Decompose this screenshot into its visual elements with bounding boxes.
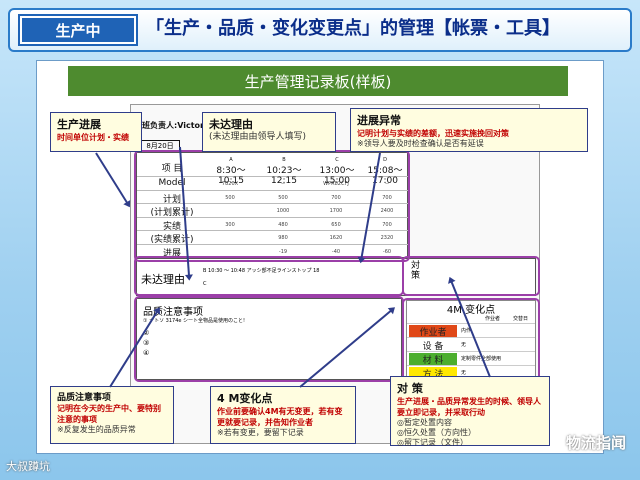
callout-unmet: 未达理由 (未达理由由领导人填写) [202, 112, 336, 152]
callout-change-title: 4 M变化点 [217, 392, 273, 405]
callout-quality: 品质注意事项 记明在今天的生产中、要特别注意的事项 ※反复发生的品质异常 [50, 386, 174, 444]
callout-change: 4 M变化点 作业前要确认4M有无变更，若有变更就要记录，并告知作业者 ※若有变… [210, 386, 356, 444]
callout-unmet-body: (未达理由由领导人填写) [209, 132, 307, 142]
callout-change-note: ※若有变更，要留下记录 [217, 428, 304, 437]
measure-highlight [402, 256, 540, 296]
callout-quality-title: 品质注意事项 [57, 393, 112, 403]
callout-quality-note: ※反复发生的品质异常 [57, 425, 136, 434]
callout-measures-item-3: ◎留下记录（文件） [397, 438, 468, 447]
callout-unmet-title: 未达理由 [209, 118, 253, 131]
callout-measures-body: 生产进展・品质异常发生的时候、领导人要立即记录，并采取行动 [397, 397, 541, 417]
callout-measures-item-2: ◎恒久处置（方向性） [397, 428, 476, 437]
callout-abnormal-body: 记明计划与实绩的差额，迅速实施挽回对策 [357, 129, 509, 138]
callout-progress-body: 时间单位计划・实绩 [57, 133, 129, 142]
callout-abnormal-note: ※领导人要及时检查确认是否有延误 [357, 139, 484, 148]
board-title: 生产管理记录板(样板) [68, 66, 568, 96]
manager-label: 班负责人:Victor [142, 121, 204, 130]
callout-change-body: 作业前要确认4M有无变更，若有变更就要记录，并告知作业者 [217, 407, 343, 427]
quality-highlight [134, 296, 404, 382]
callout-abnormal: 进展异常 记明计划与实绩的差额，迅速实施挽回对策 ※领导人要及时检查确认是否有延… [350, 108, 588, 152]
callout-quality-body: 记明在今天的生产中、要特别注意的事项 [57, 404, 161, 424]
callout-progress: 生产进展 时间单位计划・实绩 [50, 112, 142, 152]
watermark: 物流指闻 [565, 434, 626, 452]
callout-abnormal-title: 进展异常 [357, 114, 401, 127]
callout-measures-item-1: ◎暂定处置内容 [397, 418, 452, 427]
source-credit: 大叔蹲坑 [6, 460, 50, 473]
callout-progress-title: 生产进展 [57, 118, 101, 131]
callout-measures-title: 对 策 [397, 382, 423, 395]
page-title: 「生产・品质・变化变更点」的管理【帐票・工具】 [146, 18, 560, 39]
status-tag: 生产中 [20, 16, 136, 44]
callout-measures: 对 策 生产进展・品质异常发生的时候、领导人要立即记录，并采取行动 ◎暂定处置内… [390, 376, 550, 447]
4m-highlight [402, 298, 540, 382]
